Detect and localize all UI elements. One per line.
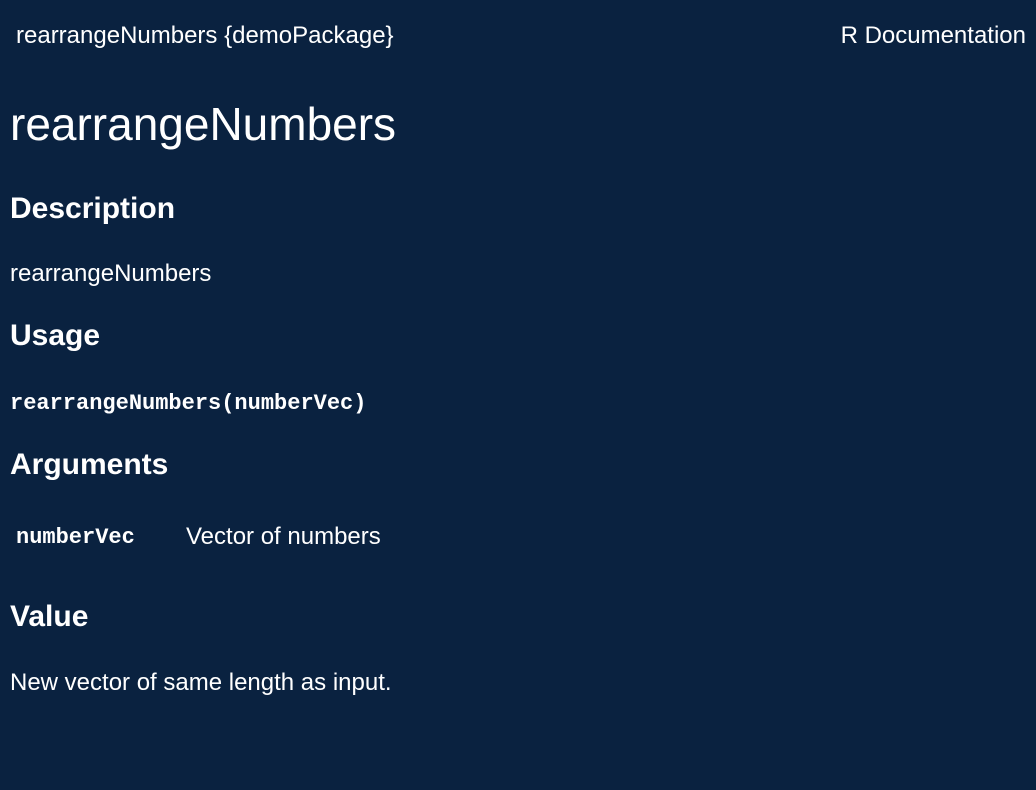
value-text: New vector of same length as input. (10, 669, 392, 696)
description-heading: Description (10, 192, 176, 225)
page-title: rearrangeNumbers (10, 98, 397, 150)
doc-header: rearrangeNumbers {demoPackage} R Documen… (16, 20, 1026, 52)
usage-heading: Usage (10, 319, 101, 352)
r-documentation-label: R Documentation (840, 22, 1026, 49)
topic-package-label: rearrangeNumbers {demoPackage} (16, 22, 394, 49)
arguments-heading: Arguments (10, 448, 169, 481)
usage-code: rearrangeNumbers(numberVec) (10, 391, 367, 416)
value-heading: Value (10, 600, 89, 633)
argument-name: numberVec (16, 525, 135, 550)
description-text: rearrangeNumbers (10, 260, 212, 287)
argument-description: Vector of numbers (186, 523, 381, 550)
